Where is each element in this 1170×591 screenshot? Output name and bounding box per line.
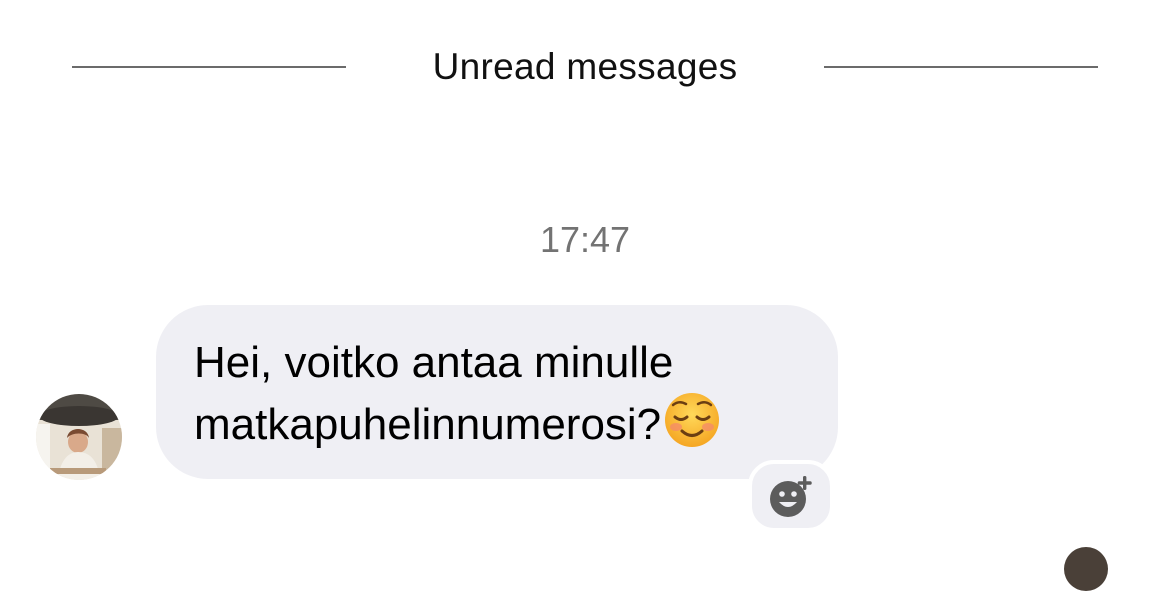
unread-messages-label: Unread messages: [432, 46, 738, 87]
add-reaction-icon: [770, 476, 812, 517]
message-timestamp: 17:47: [539, 219, 631, 260]
message-text-line-2-content: matkapuhelinnumerosi?: [194, 400, 662, 449]
message-bubble[interactable]: Hei, voitko antaa minulle matkapuhelinnu…: [156, 305, 838, 479]
message-text-line-1: Hei, voitko antaa minulle: [194, 338, 674, 387]
sender-avatar[interactable]: [36, 394, 122, 480]
unread-divider-line-right: [824, 66, 1098, 68]
add-reaction-button[interactable]: [748, 460, 834, 532]
message-text-line-2: matkapuhelinnumerosi?: [194, 391, 802, 463]
smiling-face-emoji-icon: [663, 391, 721, 463]
avatar-photo-icon: [36, 394, 122, 480]
unread-divider-line-left: [72, 66, 346, 68]
own-read-receipt-avatar: [1064, 547, 1108, 591]
